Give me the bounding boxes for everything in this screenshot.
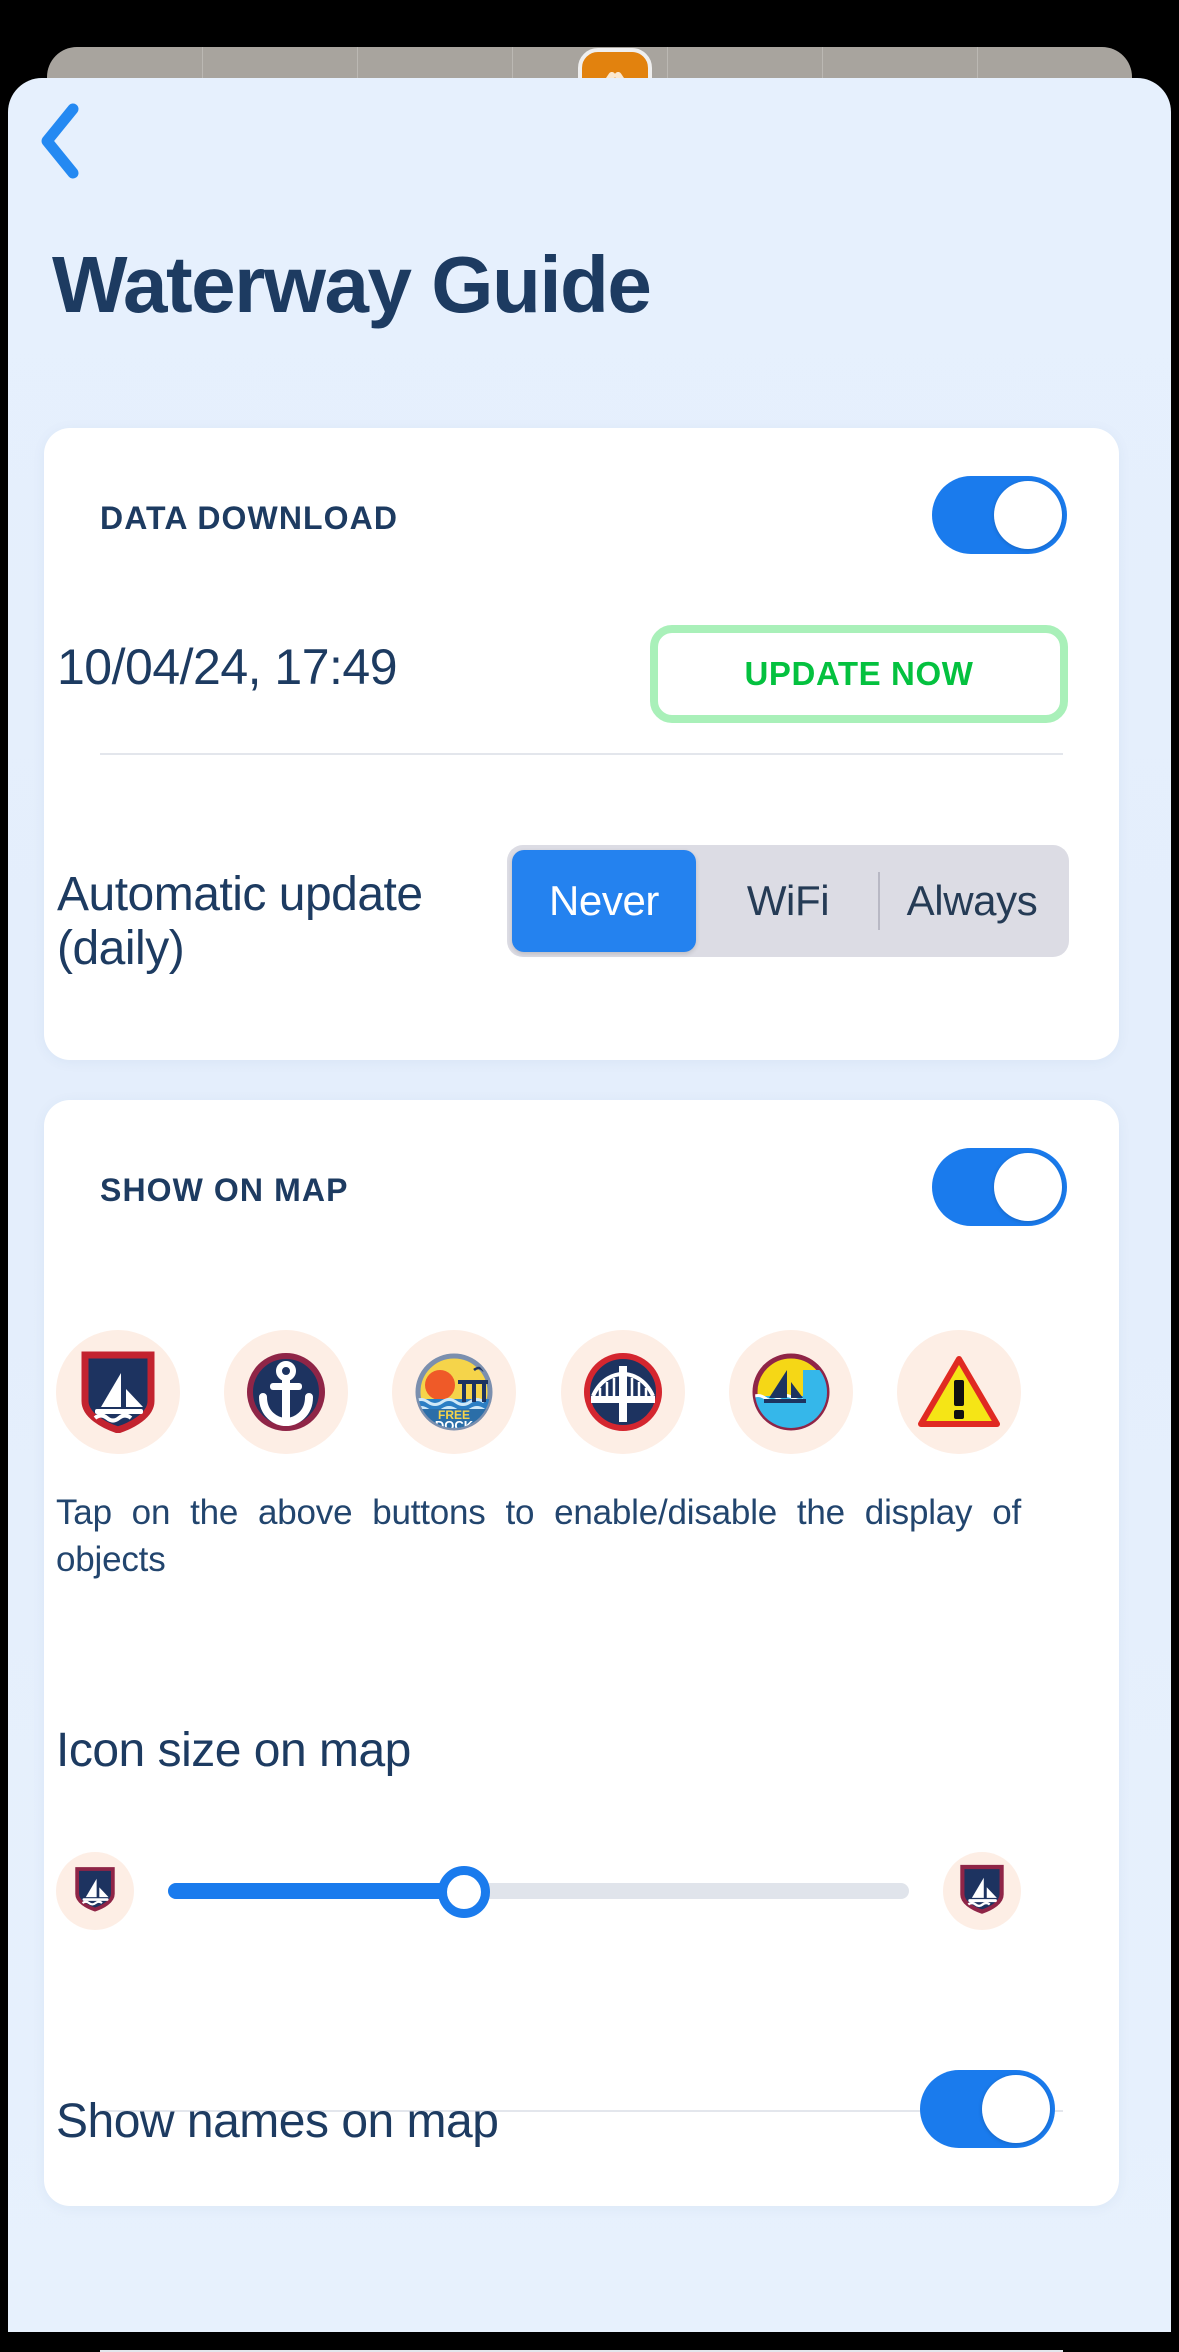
- segment-always[interactable]: Always: [880, 850, 1064, 952]
- tap-hint-text: Tap on the above buttons to enable/disab…: [56, 1493, 1021, 1579]
- divider: [100, 753, 1063, 755]
- marina-shield-icon-button[interactable]: [56, 1330, 180, 1454]
- divider: [100, 2350, 1063, 2352]
- icon-size-label: Icon size on map: [56, 1724, 411, 1777]
- free-dock-icon: FREE DOCK: [414, 1352, 494, 1432]
- toggle-knob: [982, 2075, 1050, 2143]
- icon-size-slider-row: [56, 1845, 1021, 1937]
- bridge-icon: [583, 1352, 663, 1432]
- slider-fill: [168, 1883, 465, 1899]
- automatic-update-segmented-control[interactable]: Never WiFi Always: [507, 845, 1069, 957]
- show-names-toggle[interactable]: [920, 2070, 1055, 2148]
- show-on-map-card: SHOW ON MAP: [44, 1100, 1119, 2352]
- icon-size-slider[interactable]: [168, 1845, 909, 1937]
- toggle-knob: [994, 481, 1062, 549]
- marina-shield-small-icon: [75, 1866, 115, 1917]
- toggle-knob: [994, 1153, 1062, 1221]
- anchor-badge-icon-button[interactable]: [224, 1330, 349, 1454]
- update-now-button[interactable]: UPDATE NOW: [650, 625, 1068, 723]
- icon-size-min-preview: [56, 1852, 134, 1930]
- bridge-icon-button[interactable]: [560, 1330, 685, 1454]
- segment-never-label: Never: [548, 877, 660, 924]
- marina-shield-large-icon: [960, 1864, 1004, 1919]
- segment-wifi-label: WiFi: [746, 877, 830, 924]
- automatic-update-label: Automatic update (daily): [57, 868, 423, 975]
- show-names-label: Show names on map: [56, 2095, 499, 2148]
- page-title: Waterway Guide: [52, 240, 652, 329]
- marina-shield-icon: [81, 1351, 155, 1433]
- segment-never[interactable]: Never: [512, 850, 696, 952]
- anchor-badge-icon: [246, 1352, 326, 1432]
- segment-always-label: Always: [906, 877, 1038, 924]
- icon-size-max-preview: [943, 1852, 1021, 1930]
- hazard-warning-icon-button[interactable]: [896, 1330, 1021, 1454]
- slider-thumb[interactable]: [438, 1866, 491, 1918]
- anchorage-icon: [751, 1352, 831, 1432]
- last-update-date: 10/04/24, 17:49: [57, 639, 398, 695]
- anchorage-icon-button[interactable]: [728, 1330, 853, 1454]
- show-on-map-title: SHOW ON MAP: [100, 1172, 349, 1208]
- data-download-title: DATA DOWNLOAD: [100, 500, 399, 536]
- show-on-map-toggle[interactable]: [932, 1148, 1067, 1226]
- map-object-icon-row: FREE DOCK: [56, 1330, 1021, 1454]
- update-now-label: UPDATE NOW: [744, 655, 974, 692]
- back-button[interactable]: [22, 103, 98, 179]
- hazard-warning-icon: [917, 1354, 1001, 1430]
- segment-wifi[interactable]: WiFi: [696, 850, 880, 952]
- free-dock-icon-button[interactable]: FREE DOCK: [392, 1330, 517, 1454]
- data-download-toggle[interactable]: [932, 476, 1067, 554]
- chevron-left-icon: [37, 103, 83, 179]
